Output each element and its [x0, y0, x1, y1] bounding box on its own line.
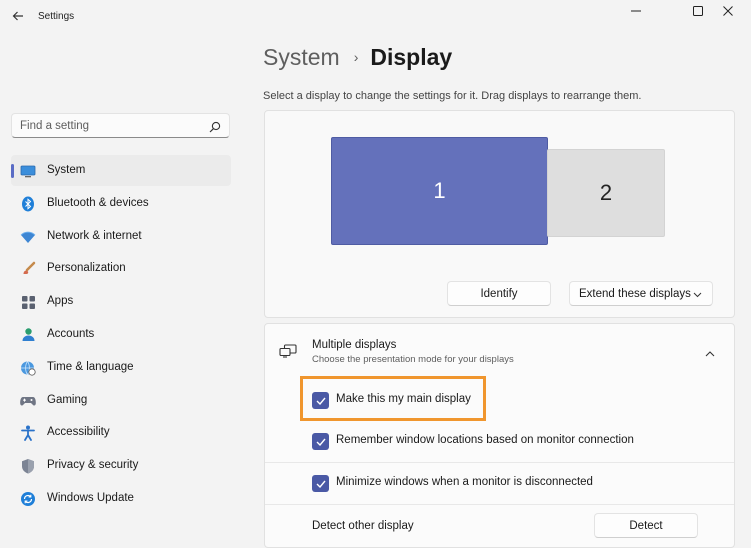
sidebar-item-label: Time & language	[47, 360, 134, 373]
globe-clock-icon	[20, 360, 36, 376]
page-title: Display	[370, 44, 453, 70]
title-bar: Settings	[0, 0, 751, 34]
multiple-displays-section: Multiple displays Choose the presentatio…	[264, 323, 735, 548]
multiple-displays-header[interactable]: Multiple displays Choose the presentatio…	[265, 324, 734, 376]
multiple-displays-description: Choose the presentation mode for your di…	[312, 354, 514, 365]
gamepad-icon	[20, 393, 36, 409]
minimize-windows-option: Minimize windows when a monitor is disco…	[265, 463, 734, 503]
app-title: Settings	[38, 11, 75, 22]
bluetooth-icon	[20, 196, 36, 212]
sidebar-item-label: Windows Update	[47, 491, 134, 504]
back-arrow-icon	[12, 11, 23, 21]
remember-locations-label: Remember window locations based on monit…	[336, 434, 634, 446]
sidebar-nav: System Bluetooth & devices Network & int…	[11, 155, 231, 516]
sidebar-item-apps[interactable]: Apps	[11, 286, 231, 317]
search-box[interactable]	[11, 113, 230, 138]
minimize-windows-checkbox[interactable]	[312, 475, 329, 492]
active-indicator	[11, 164, 14, 178]
sidebar-item-label: Privacy & security	[47, 459, 139, 472]
wifi-icon	[20, 229, 36, 245]
minimize-windows-label: Minimize windows when a monitor is disco…	[336, 476, 593, 488]
checkmark-icon	[316, 438, 326, 446]
sidebar-item-bluetooth[interactable]: Bluetooth & devices	[11, 188, 231, 219]
sidebar-item-network[interactable]: Network & internet	[11, 221, 231, 252]
chevron-down-icon	[693, 289, 702, 301]
multiple-displays-title: Multiple displays	[312, 339, 397, 351]
sidebar-item-gaming[interactable]: Gaming	[11, 385, 231, 416]
display-mode-value: Extend these displays	[579, 287, 691, 300]
maximize-icon	[693, 6, 703, 16]
chevron-up-icon[interactable]	[705, 344, 715, 362]
back-button[interactable]	[8, 6, 28, 26]
sidebar-item-label: Gaming	[47, 393, 88, 406]
brush-icon	[20, 261, 36, 277]
minimize-button[interactable]	[614, 0, 658, 22]
checkmark-icon	[316, 480, 326, 488]
remember-locations-option: Remember window locations based on monit…	[265, 421, 734, 461]
accounts-icon	[20, 327, 36, 343]
close-icon	[723, 6, 733, 16]
sidebar-item-label: Accounts	[47, 327, 95, 340]
monitor-1[interactable]: 1	[331, 137, 548, 245]
sidebar-item-label: System	[47, 164, 86, 176]
sidebar-item-label: Network & internet	[47, 229, 142, 242]
remember-locations-checkbox[interactable]	[312, 433, 329, 450]
detect-button[interactable]: Detect	[594, 513, 698, 538]
sidebar-item-accessibility[interactable]: Accessibility	[11, 417, 231, 448]
update-icon	[20, 491, 36, 507]
search-input[interactable]	[20, 118, 200, 134]
display-mode-dropdown[interactable]: Extend these displays	[569, 281, 713, 306]
sidebar-item-system[interactable]: System	[11, 155, 231, 186]
divider	[265, 504, 734, 505]
system-icon	[20, 163, 36, 179]
minimize-icon	[631, 10, 641, 12]
accessibility-icon	[20, 425, 36, 442]
sidebar-item-time-language[interactable]: Time & language	[11, 352, 231, 383]
sidebar-item-label: Bluetooth & devices	[47, 196, 149, 209]
breadcrumb-separator: ›	[353, 49, 359, 65]
sidebar-item-privacy-security[interactable]: Privacy & security	[11, 450, 231, 481]
page-subtitle: Select a display to change the settings …	[263, 90, 642, 102]
sidebar-item-label: Personalization	[47, 262, 126, 275]
close-button[interactable]	[706, 0, 750, 22]
sidebar-item-accounts[interactable]: Accounts	[11, 319, 231, 350]
search-icon[interactable]	[209, 120, 221, 138]
sidebar-item-label: Apps	[47, 295, 74, 308]
sidebar-item-windows-update[interactable]: Windows Update	[11, 483, 231, 514]
highlight-box	[300, 376, 486, 421]
multiple-displays-icon	[279, 344, 297, 363]
breadcrumb: System › Display	[263, 44, 452, 71]
sidebar-item-label: Accessibility	[47, 426, 110, 439]
breadcrumb-parent[interactable]: System	[263, 44, 340, 70]
shield-icon	[20, 458, 36, 474]
detect-other-display-label: Detect other display	[312, 520, 414, 532]
monitor-2[interactable]: 2	[547, 149, 665, 237]
sidebar-item-personalization[interactable]: Personalization	[11, 253, 231, 284]
apps-icon	[20, 294, 36, 310]
display-arrangement-panel: 1 2 Identify Extend these displays	[264, 110, 735, 318]
identify-button[interactable]: Identify	[447, 281, 551, 306]
